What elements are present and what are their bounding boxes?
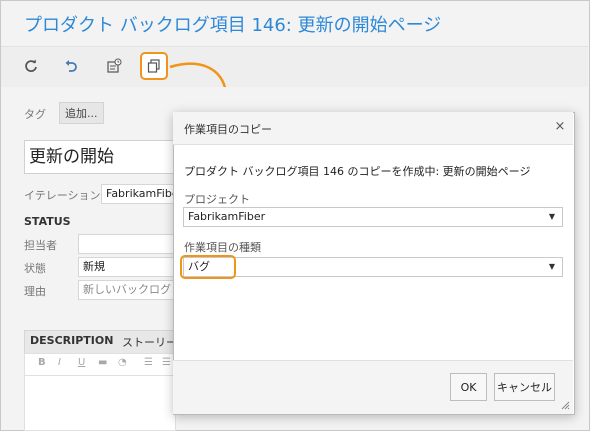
tab-story[interactable]: ストーリー: [122, 334, 177, 350]
history-icon: [107, 58, 122, 73]
page-title: プロダクト バックログ項目 146: 更新の開始ページ: [24, 15, 442, 36]
bullet-list-button[interactable]: ☰: [144, 357, 153, 368]
reason-label: 理由: [24, 285, 46, 298]
dialog-message: プロダクト バックログ項目 146 のコピーを作成中: 更新の開始ページ: [184, 165, 531, 178]
dialog-title: 作業項目のコピー: [184, 123, 272, 136]
state-field[interactable]: 新規: [78, 257, 176, 277]
underline-button[interactable]: U: [78, 357, 85, 368]
bold-button[interactable]: B: [38, 357, 46, 368]
add-tag-button[interactable]: 追加...: [59, 102, 104, 124]
numbered-list-button[interactable]: ☰: [162, 357, 171, 368]
refresh-icon: [25, 59, 37, 72]
tab-description[interactable]: DESCRIPTION: [30, 334, 113, 347]
chevron-down-icon: ▼: [548, 262, 555, 271]
title-field[interactable]: 更新の開始: [24, 140, 190, 174]
close-icon[interactable]: ×: [553, 119, 567, 134]
status-heading: STATUS: [24, 215, 71, 228]
work-item-type-label: 作業項目の種類: [184, 241, 261, 254]
cancel-button[interactable]: キャンセル: [494, 373, 555, 401]
iteration-field[interactable]: FabrikamFiber: [101, 184, 177, 204]
state-label: 状態: [24, 262, 46, 275]
reason-field[interactable]: 新しいバックログ: [78, 280, 176, 300]
copy-icon: [147, 59, 160, 73]
font-color-button[interactable]: ◔: [118, 357, 127, 368]
resize-handle-icon: [561, 401, 570, 410]
project-value: FabrikamFiber: [188, 210, 266, 223]
undo-button[interactable]: [59, 54, 83, 78]
ok-button[interactable]: OK: [450, 373, 487, 401]
undo-icon: [65, 60, 77, 72]
tags-label: タグ: [24, 108, 46, 121]
assigned-label: 担当者: [24, 239, 57, 252]
project-label: プロジェクト: [184, 193, 250, 206]
highlight-button[interactable]: ▬: [98, 357, 107, 368]
type-callout-highlight: [180, 255, 236, 279]
resize-grip-icon[interactable]: [560, 400, 570, 413]
highlight-icon: ▬: [98, 357, 108, 368]
chevron-down-icon: ▼: [548, 212, 555, 221]
assigned-field[interactable]: [78, 234, 176, 254]
font-color-icon: ◔: [118, 357, 127, 368]
bullet-list-icon: ☰: [144, 357, 153, 368]
toolbar: [1, 46, 588, 88]
iteration-label: イテレーション: [24, 189, 101, 202]
italic-button[interactable]: I: [58, 357, 61, 368]
history-button[interactable]: [102, 54, 126, 78]
refresh-button[interactable]: [19, 54, 43, 78]
project-select[interactable]: FabrikamFiber ▼: [183, 207, 563, 227]
work-item-type-select[interactable]: バグ ▼: [183, 257, 563, 277]
numbered-list-icon: ☰: [162, 357, 171, 368]
description-editor[interactable]: [24, 375, 176, 431]
